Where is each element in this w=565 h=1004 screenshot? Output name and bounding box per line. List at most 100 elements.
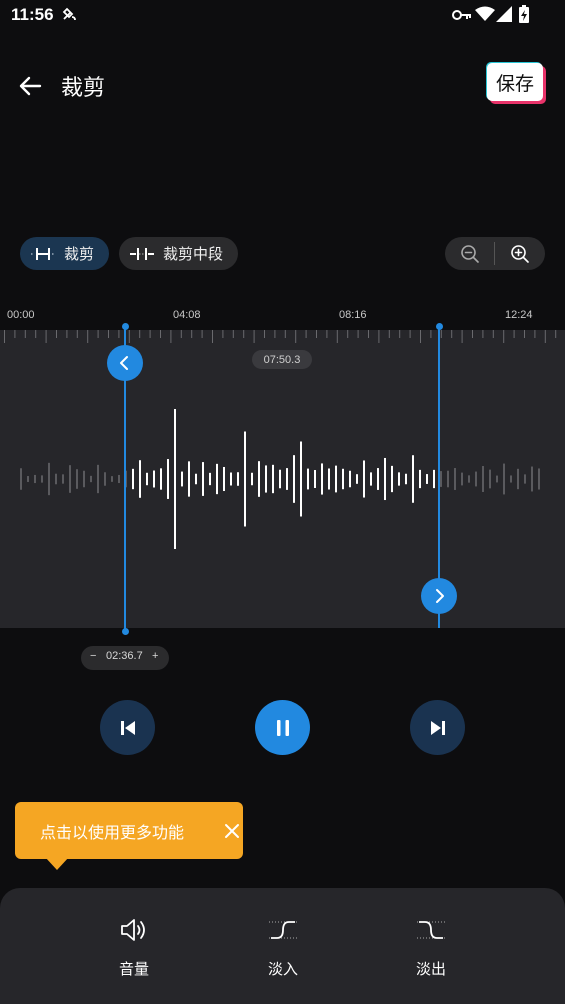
ruler-tick (87, 330, 89, 343)
skip-next-button[interactable] (410, 700, 465, 755)
waveform-bar (41, 475, 43, 483)
ruler-tick (326, 330, 328, 338)
status-bar: 11:56 (0, 0, 565, 32)
trim-middle-mode-chip[interactable]: 裁剪中段 (119, 237, 238, 270)
waveform-bar (181, 471, 183, 487)
waveform-bar (496, 475, 498, 483)
ruler-tick (24, 330, 26, 338)
waveform-area[interactable] (0, 330, 565, 628)
waveform-bar (370, 472, 372, 486)
bottom-tool-sheet: 音量 淡入 淡出 (0, 888, 565, 1004)
waveform-bar (188, 461, 190, 497)
close-icon[interactable] (221, 820, 243, 842)
start-time-increase-button[interactable]: + (152, 650, 158, 662)
start-handle-top-dot (121, 323, 129, 330)
waveform-bar (356, 474, 358, 484)
ruler-tick (534, 330, 536, 338)
tooltip-text: 点击以使用更多功能 (40, 823, 185, 842)
waveform-bar (314, 470, 316, 488)
waveform-bar (97, 464, 99, 494)
waveform-bar (482, 466, 484, 492)
trim-mode-chip[interactable]: 裁剪 (20, 237, 109, 270)
waveform-bar (216, 463, 218, 495)
page-title: 裁剪 (61, 76, 106, 101)
zoom-out-button[interactable] (445, 237, 495, 270)
start-handle-knob[interactable] (107, 345, 143, 381)
wifi-icon (475, 6, 495, 21)
ruler-tick (170, 330, 172, 343)
ruler-tick (243, 330, 245, 338)
save-button[interactable]: 保存 (487, 63, 543, 101)
ruler-tick (118, 330, 120, 338)
ruler-tick (76, 330, 78, 338)
ruler-tick (347, 330, 349, 338)
ruler-tick (128, 330, 130, 343)
ruler-tick (56, 330, 57, 338)
ruler-tick (212, 330, 213, 343)
end-handle-knob[interactable] (421, 578, 457, 614)
ruler-tick (524, 330, 525, 338)
ruler-tick (232, 330, 234, 338)
waveform-bar (20, 468, 22, 490)
waveform-bar (167, 459, 169, 499)
waveform-bar (503, 463, 505, 495)
pause-button[interactable] (255, 700, 310, 755)
ruler-tick (420, 330, 421, 343)
waveform-bar (209, 472, 211, 486)
start-time-decrease-button[interactable]: − (90, 650, 96, 662)
ruler-tick (544, 330, 546, 343)
waveform-bar (202, 462, 204, 496)
waveform-bar (69, 465, 71, 493)
waveform-bar (153, 470, 155, 488)
waveform-bar (27, 476, 29, 482)
ruler-tick (305, 330, 307, 338)
waveform-bar (300, 441, 302, 517)
volume-tool[interactable]: 音量 (94, 888, 174, 1004)
ruler-tick (97, 330, 99, 338)
waveform-bar (230, 472, 232, 486)
ruler-tick (492, 330, 494, 338)
skip-previous-button[interactable] (100, 700, 155, 755)
fade-in-tool[interactable]: 淡入 (243, 888, 323, 1004)
feature-tooltip[interactable]: 点击以使用更多功能 (15, 802, 243, 859)
ruler-tick (472, 330, 473, 338)
zoom-in-button[interactable] (495, 237, 545, 270)
trim-middle-icon (130, 247, 154, 260)
waveform-bar (405, 473, 407, 485)
ruler-tick (201, 330, 203, 338)
fade-out-tool[interactable]: 淡出 (391, 888, 471, 1004)
ruler-tick (191, 330, 193, 338)
skip-next-icon (430, 720, 445, 735)
ruler-tick (14, 330, 16, 338)
waveform-bar (111, 476, 113, 482)
chevron-right-icon (436, 589, 444, 603)
key-icon (452, 10, 471, 20)
waveform-bar (475, 471, 477, 487)
ruler-tick (108, 330, 109, 338)
volume-icon (121, 919, 145, 941)
waveform-bar (335, 465, 337, 493)
back-arrow-icon[interactable] (14, 70, 46, 102)
pause-icon (276, 719, 289, 736)
start-time-value: 02:36.7 (106, 650, 143, 662)
ruler-tick (45, 330, 47, 343)
waveform-bar (251, 472, 253, 486)
waveform-bar (258, 461, 260, 497)
fade-in-tool-label: 淡入 (267, 960, 298, 978)
time-label-1: 04:08 (173, 309, 201, 321)
fade-in-icon (269, 921, 297, 939)
waveform-bar (139, 460, 141, 498)
waveform-bar (517, 468, 519, 490)
ruler-tick (316, 330, 317, 338)
trim-mode-label: 裁剪 (64, 245, 95, 263)
ruler-tick (222, 330, 224, 338)
ruler-tick (368, 330, 369, 338)
waveform-bar (195, 473, 197, 485)
ruler-tick (430, 330, 432, 338)
fade-out-icon (417, 921, 445, 939)
time-label-2: 08:16 (339, 309, 367, 321)
status-time: 11:56 (11, 5, 54, 24)
start-time-stepper: − 02:36.7 + (81, 646, 169, 670)
waveform-bar (524, 474, 526, 484)
waveform-bar (118, 474, 120, 484)
